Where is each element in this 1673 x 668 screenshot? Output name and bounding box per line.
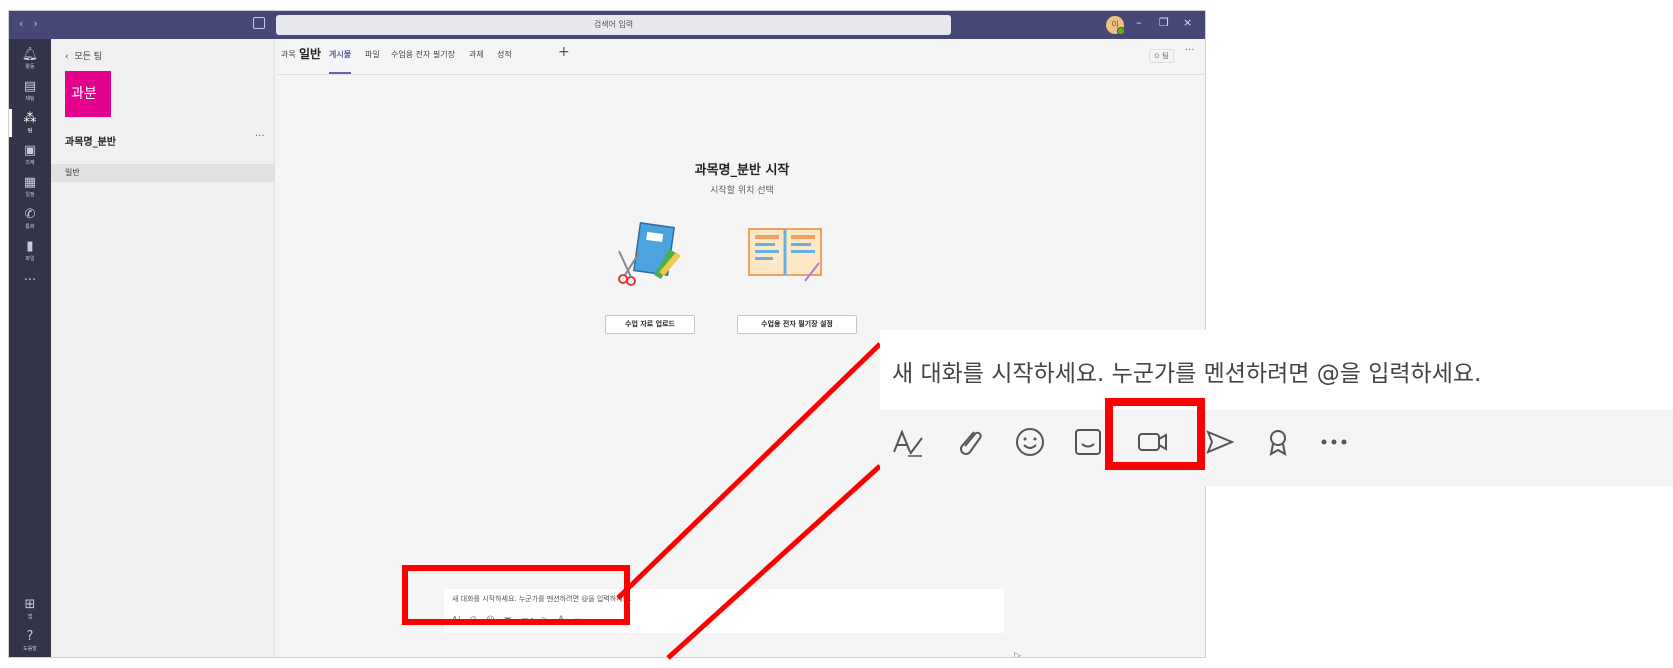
rail-label: 앱 (27, 614, 33, 620)
zoom-placeholder: 새 대화를 시작하세요. 누군가를 멘션하려면 @을 입력하세요. (892, 361, 1482, 387)
welcome-title: 과목명_분반 시작 (694, 163, 790, 178)
back-to-teams[interactable]: ‹ 모든 팀 (65, 49, 102, 62)
rail-item-activity[interactable]: 🔔︎ 활동 (9, 43, 51, 77)
channel-title: 일반 (299, 47, 322, 61)
send-button[interactable]: ▷ (1014, 651, 1021, 657)
praise-icon[interactable] (1258, 422, 1298, 462)
zoom-input-area: 새 대화를 시작하세요. 누군가를 멘션하려면 @을 입력하세요. (880, 330, 1673, 410)
nav-arrows: ‹ › (19, 17, 48, 30)
phone-icon: ✆ (24, 207, 36, 222)
title-bar: ‹ › 검색어 입력 이 – ❐ × (9, 11, 1205, 39)
close-icon[interactable]: × (1183, 16, 1192, 29)
add-tab-button[interactable]: + (558, 44, 570, 60)
upload-illustration (618, 222, 681, 286)
sticker-icon[interactable] (1068, 422, 1108, 462)
rail-item-chat[interactable]: ▤ 채팅 (9, 75, 51, 109)
back-label: 모든 팀 (74, 52, 103, 62)
rail-item-teams[interactable]: ⁂ 팀 (9, 107, 51, 141)
upload-materials-button[interactable]: 수업 자료 업로드 (605, 315, 695, 334)
file-icon: ▮ (26, 239, 34, 254)
compose-icon[interactable] (253, 17, 265, 29)
teams-icon: ⁂ (23, 111, 37, 126)
apps-icon: ⊞ (24, 597, 36, 612)
tab-posts[interactable]: 게시물 (329, 49, 352, 74)
minimize-icon[interactable]: – (1136, 16, 1142, 29)
notebook-illustration (748, 228, 822, 282)
course-label: 과목 (281, 50, 296, 59)
format-icon[interactable] (888, 422, 928, 462)
avatar[interactable]: 이 (1106, 16, 1125, 35)
rail-label: 파일 (25, 256, 35, 262)
attach-icon[interactable] (950, 422, 990, 462)
rail-item-assignments[interactable]: ▣ 과제 (9, 139, 51, 173)
rail-label: 팀 (27, 128, 33, 134)
tab-more-icon[interactable]: ··· (1185, 45, 1195, 56)
team-name: 과목명_분반 (65, 137, 116, 148)
tab-grades[interactable]: 성적 (497, 49, 512, 60)
team-avatar: 과분 (65, 71, 111, 117)
team-panel: ‹ 모든 팀 과분 과목명_분반 ··· 일반 (51, 39, 275, 657)
chat-icon: ▤ (23, 79, 37, 94)
help-icon: ? (26, 629, 34, 644)
rail-label: 일정 (25, 192, 35, 198)
rail-label: 통화 (25, 224, 35, 230)
calendar-icon: ▦ (23, 175, 37, 190)
rail-item-files[interactable]: ▮ 파일 (9, 235, 51, 269)
highlight-box-small (402, 565, 630, 625)
rail-item-apps[interactable]: ⊞ 앱 (9, 593, 51, 627)
restore-icon[interactable]: ❐ (1159, 16, 1169, 29)
rail-item-calls[interactable]: ✆ 통화 (9, 203, 51, 237)
assignments-icon: ▣ (23, 143, 37, 158)
forward-arrow-icon[interactable]: › (33, 17, 37, 30)
rail-item-help[interactable]: ? 도움말 (9, 625, 51, 657)
emoji-icon[interactable] (1010, 422, 1050, 462)
setup-notebook-button[interactable]: 수업용 전자 필기장 설정 (737, 315, 857, 334)
rail-label: 과제 (25, 160, 35, 166)
team-button[interactable]: ⊙ 팀 (1149, 49, 1174, 63)
tab-class-notebook[interactable]: 수업용 전자 필기장 (391, 49, 455, 60)
rail-label: 활동 (25, 64, 35, 70)
tab-bar: 과목 일반 게시물 파일 수업용 전자 필기장 과제 성적 + ⊙ 팀 ··· (277, 39, 1205, 75)
team-more-icon[interactable]: ··· (255, 131, 265, 142)
search-input[interactable]: 검색어 입력 (276, 15, 951, 35)
welcome-subtitle: 시작할 위치 선택 (710, 186, 774, 196)
bell-icon: 🔔︎ (21, 47, 39, 62)
highlight-box-meet-now (1105, 398, 1205, 470)
send-icon[interactable] (1200, 422, 1240, 462)
channel-item-general[interactable]: 일반 (51, 164, 275, 182)
rail-label: 도움말 (23, 646, 37, 652)
rail-more-button[interactable]: ··· (9, 269, 51, 303)
more-icon: ··· (23, 273, 37, 288)
zoom-callout: 새 대화를 시작하세요. 누군가를 멘션하려면 @을 입력하세요. (880, 330, 1673, 486)
tab-files[interactable]: 파일 (365, 49, 380, 60)
more-icon[interactable] (1314, 422, 1354, 462)
rail-item-calendar[interactable]: ▦ 일정 (9, 171, 51, 205)
rail-label: 채팅 (25, 96, 35, 102)
app-rail: 🔔︎ 활동 ▤ 채팅 ⁂ 팀 ▣ 과제 ▦ 일정 ✆ 통화 ▮ 파일 ··· ⊞… (9, 39, 51, 657)
tab-assignments[interactable]: 과제 (469, 49, 484, 60)
back-arrow-icon[interactable]: ‹ (19, 17, 23, 30)
